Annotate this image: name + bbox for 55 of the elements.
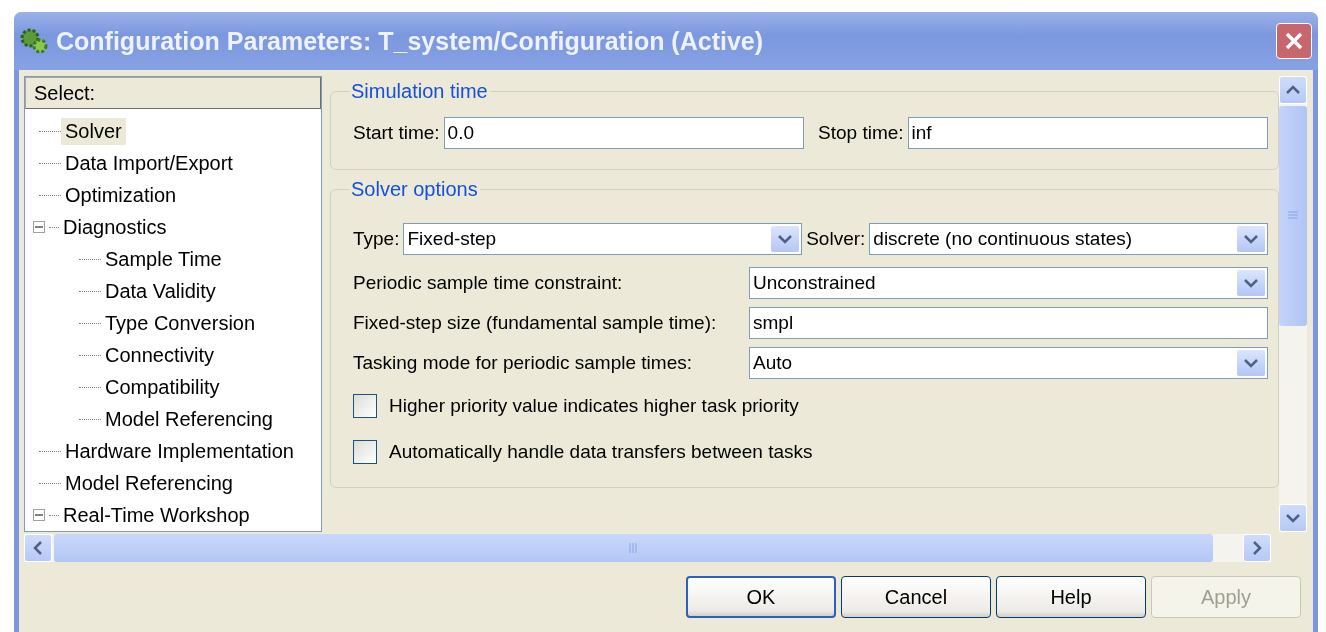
collapse-icon[interactable] (33, 509, 45, 521)
field-label: Periodic sample time constraint: (353, 271, 624, 295)
chevron-down-icon (1244, 358, 1258, 368)
tree-item[interactable]: Real-Time Workshop (59, 501, 254, 529)
chevron-left-icon (33, 541, 43, 555)
tree-item[interactable]: Optimization (61, 181, 181, 209)
field-label: Type: (353, 228, 400, 250)
dropdown-field[interactable]: Auto (749, 347, 1268, 379)
chevron-down-icon (1286, 513, 1300, 523)
checkbox-label: Higher priority value indicates higher task priority (389, 395, 799, 417)
collapse-icon[interactable] (33, 221, 45, 233)
tree-item[interactable]: Model Referencing (61, 469, 237, 497)
vertical-scrollbar[interactable] (1279, 76, 1307, 532)
tree-item[interactable]: Data Import/Export (61, 149, 237, 177)
tree-item[interactable]: Sample Time (101, 245, 226, 273)
checkbox[interactable] (353, 394, 377, 418)
field-label: Start time: (353, 122, 440, 144)
field-label: Fixed-step size (fundamental sample time): (353, 311, 718, 335)
chevron-down-icon (1244, 278, 1258, 288)
grip-icon (1288, 211, 1298, 221)
checkbox[interactable] (353, 440, 377, 464)
tree-item[interactable]: Data Validity (101, 277, 220, 305)
tree-item[interactable]: Hardware Implementation (61, 437, 298, 465)
field-label: Stop time: (818, 122, 904, 144)
close-button[interactable] (1276, 23, 1312, 59)
group-title: Simulation time (350, 80, 489, 103)
tree-item[interactable]: Solver (61, 117, 126, 145)
gears-icon (18, 26, 50, 56)
tree-item[interactable]: Model Referencing (101, 405, 277, 433)
horizontal-scrollbar[interactable] (24, 534, 1271, 562)
chevron-down-icon (778, 234, 793, 244)
chevron-right-icon (1252, 541, 1262, 555)
input-field[interactable]: smpl (749, 307, 1268, 339)
group-title: Solver options (350, 178, 479, 201)
dialog-button[interactable]: Help (996, 576, 1146, 618)
window-title: Configuration Parameters: T_system/Configuration (Active) (56, 26, 765, 56)
type-dropdown[interactable]: Fixed-step (403, 223, 803, 255)
field-label: Solver: (806, 228, 866, 250)
grip-icon (628, 543, 639, 553)
tree-item[interactable]: Connectivity (101, 341, 218, 369)
dropdown-field[interactable]: Unconstrained (749, 267, 1268, 299)
tree-item[interactable]: Diagnostics (59, 213, 171, 241)
tree-item[interactable]: Type Conversion (101, 309, 260, 337)
stop-time-field[interactable]: inf (907, 117, 1268, 149)
start-time-field[interactable]: 0.0 (443, 117, 804, 149)
tree-item[interactable]: Compatibility (101, 373, 224, 401)
dialog-button[interactable]: OK (686, 576, 836, 618)
checkbox-label: Automatically handle data transfers between tasks (389, 441, 813, 463)
close-icon (1284, 31, 1304, 51)
chevron-up-icon (1286, 85, 1300, 95)
field-label: Tasking mode for periodic sample times: (353, 351, 693, 375)
dialog-button[interactable]: Cancel (841, 576, 991, 618)
solver-dropdown[interactable]: discrete (no continuous states) (869, 223, 1268, 255)
tree-header: Select: (25, 77, 321, 109)
chevron-down-icon (1244, 234, 1258, 244)
